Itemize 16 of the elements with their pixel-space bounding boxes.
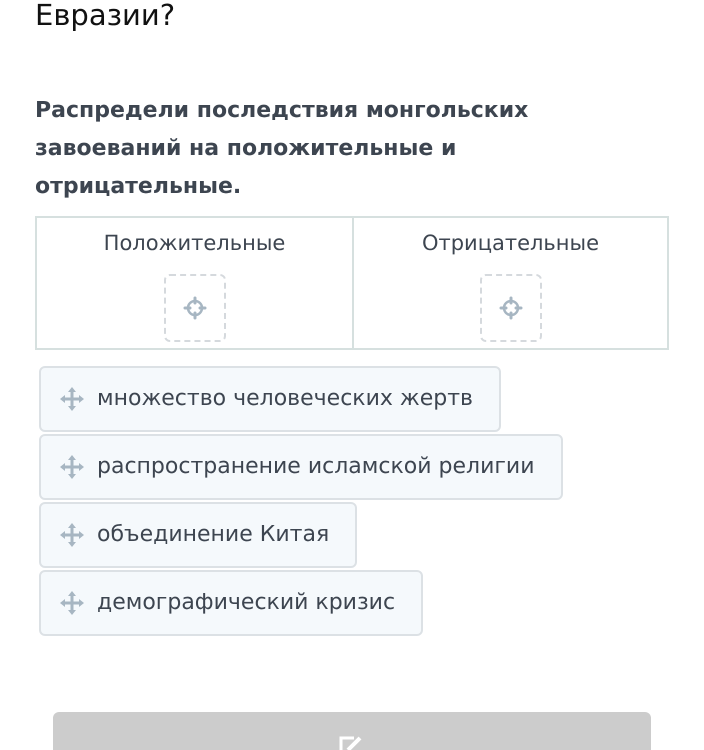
target-icon (182, 296, 206, 320)
draggable-item[interactable]: множество человеческих жертв (39, 366, 502, 432)
move-icon (59, 386, 85, 412)
target-icon (498, 296, 522, 320)
draggable-item[interactable]: демографический кризис (39, 570, 424, 636)
column-heading: Положительные (104, 230, 286, 257)
question-text: Евразии? (35, 0, 176, 34)
drop-zone[interactable] (164, 274, 226, 342)
move-icon (59, 522, 85, 548)
instruction-text: Распредели последствия монгольских завоеваний на положительные и отрицательные. (35, 97, 530, 201)
move-icon (59, 590, 85, 616)
draggable-item[interactable]: распространение исламской религии (39, 434, 563, 500)
move-icon (59, 454, 85, 480)
draggable-item[interactable]: объединение Китая (39, 502, 358, 568)
drop-zone[interactable] (480, 274, 542, 342)
column-heading: Отрицательные (422, 230, 600, 257)
